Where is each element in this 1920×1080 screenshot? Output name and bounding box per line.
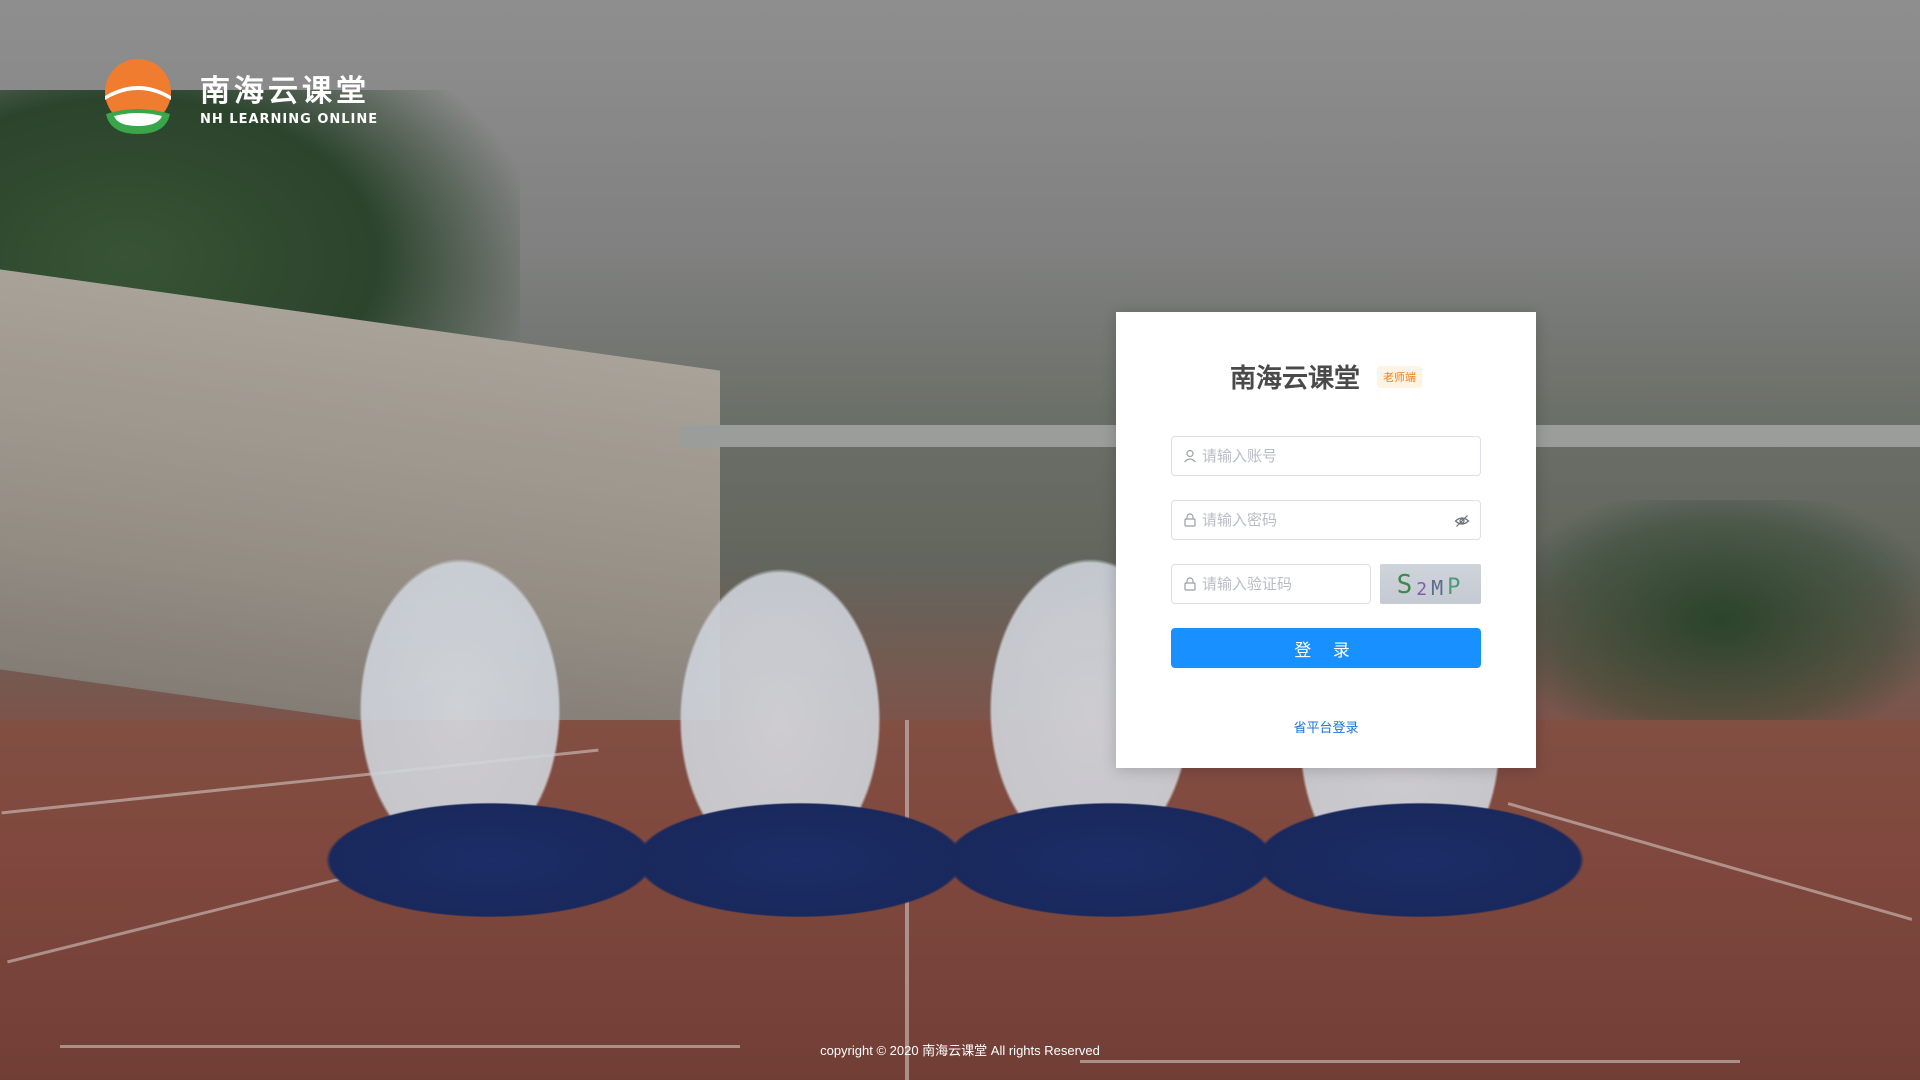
login-card: 南海云课堂 老师端 S 2 M P 登 录 省平台 [1116, 312, 1536, 768]
background-photo [0, 0, 1920, 1080]
user-icon [1184, 449, 1196, 463]
brand-title: 南海云课堂 [200, 74, 370, 109]
lock-icon [1184, 513, 1196, 527]
province-platform-login-link[interactable]: 省平台登录 [1116, 717, 1536, 736]
role-badge: 老师端 [1377, 365, 1423, 388]
login-header: 南海云课堂 老师端 [1116, 358, 1536, 394]
password-input[interactable] [1202, 501, 1442, 539]
brand-subtitle: NH LEARNING ONLINE [200, 112, 379, 127]
copyright-footer: copyright © 2020 南海云课堂 All rights Reserv… [820, 1043, 1100, 1058]
logo-mark-icon [105, 59, 171, 134]
password-field[interactable] [1171, 500, 1481, 540]
captcha-char: M [1431, 576, 1448, 600]
captcha-char: 2 [1416, 579, 1432, 600]
account-input[interactable] [1202, 437, 1442, 475]
account-field[interactable] [1171, 436, 1481, 476]
captcha-image[interactable]: S 2 M P [1380, 564, 1481, 604]
captcha-field[interactable] [1171, 564, 1371, 604]
brand-logo: 南海云课堂 NH LEARNING ONLINE [96, 56, 416, 146]
lock-icon [1184, 577, 1196, 591]
login-button[interactable]: 登 录 [1171, 628, 1481, 668]
captcha-input[interactable] [1202, 565, 1362, 603]
eye-hidden-icon[interactable] [1454, 513, 1470, 529]
captcha-char: S [1396, 570, 1417, 600]
captcha-char: P [1447, 575, 1465, 600]
login-app-name: 南海云课堂 [1229, 364, 1360, 394]
